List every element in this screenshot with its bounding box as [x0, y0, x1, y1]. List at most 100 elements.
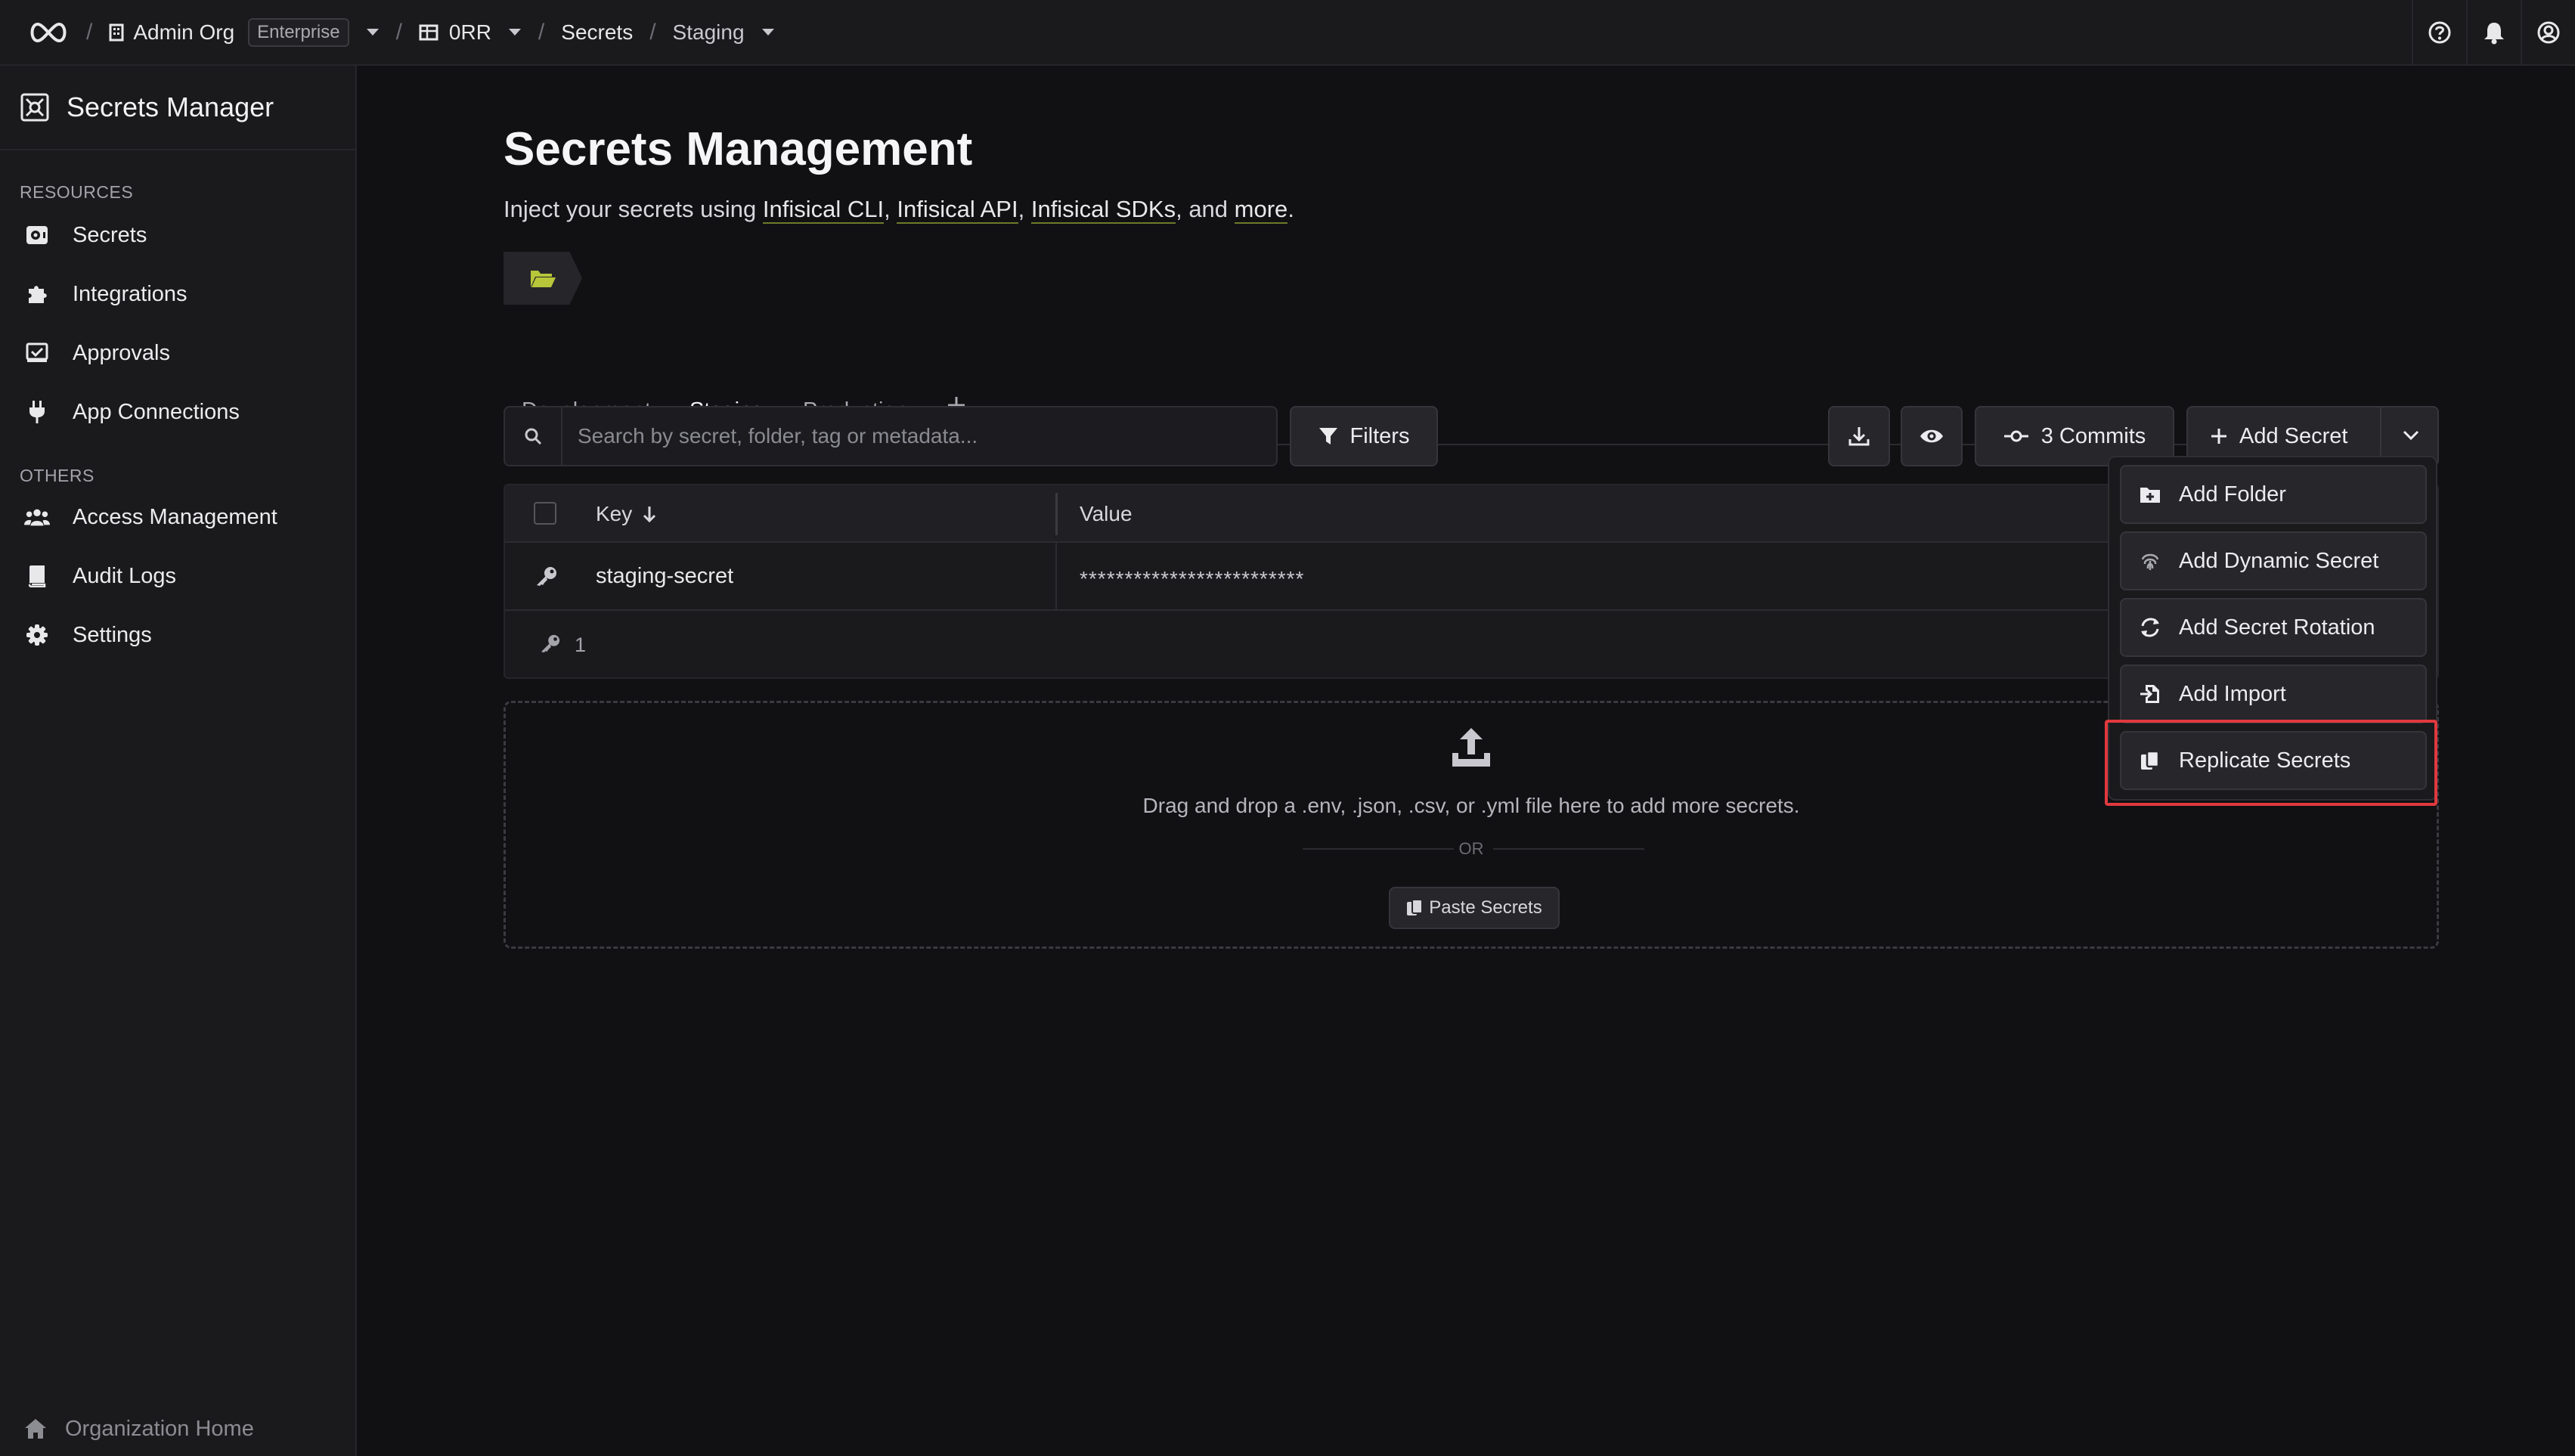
- commits-label: 3 Commits: [2040, 423, 2146, 448]
- sidebar-item-access-management[interactable]: Access Management: [0, 488, 355, 547]
- menu-item-label: Add Secret Rotation: [2179, 615, 2375, 640]
- secret-value-masked[interactable]: *************************: [1080, 567, 1304, 591]
- puzzle-icon: [24, 283, 50, 305]
- breadcrumb-project[interactable]: 0RR: [419, 20, 522, 45]
- project-chevron-down-icon[interactable]: [508, 28, 522, 37]
- users-icon: [24, 507, 50, 528]
- paste-icon: [1406, 899, 1424, 917]
- building-icon: [109, 23, 124, 42]
- subtitle-prefix: Inject your secrets using: [504, 196, 757, 222]
- column-resize-handle[interactable]: [1055, 493, 1058, 535]
- org-name: Admin Org: [133, 20, 235, 44]
- infinity-logo-icon[interactable]: [27, 21, 70, 44]
- menu-item-label: Add Import: [2179, 681, 2286, 706]
- folder-open-icon: [529, 268, 556, 289]
- key-header-label: Key: [596, 502, 633, 525]
- filters-button[interactable]: Filters: [1290, 406, 1438, 466]
- sidebar-item-settings[interactable]: Settings: [0, 606, 355, 664]
- sort-arrow-down-icon[interactable]: [643, 505, 656, 523]
- file-import-icon: [2140, 683, 2161, 705]
- breadcrumb-environment[interactable]: Staging: [673, 20, 775, 45]
- menu-item-add-dynamic-secret[interactable]: Add Dynamic Secret: [2120, 531, 2427, 590]
- or-divider-right: [1493, 848, 1644, 850]
- sidebar-item-label: App Connections: [73, 399, 240, 424]
- breadcrumb-separator: /: [395, 19, 402, 45]
- page-title: Secrets Management: [504, 123, 973, 175]
- secret-count: 1: [575, 634, 587, 656]
- key-column-header[interactable]: Key: [596, 502, 656, 526]
- book-icon: [24, 565, 50, 587]
- eye-icon: [1920, 428, 1944, 445]
- breadcrumb-separator: /: [649, 19, 656, 45]
- sidebar-item-label: Audit Logs: [73, 563, 177, 588]
- sidebar-item-secrets[interactable]: Secrets: [0, 206, 355, 265]
- sidebar-title: Secrets Manager: [67, 91, 274, 122]
- home-icon: [24, 1418, 47, 1439]
- reveal-values-button[interactable]: [1901, 406, 1963, 466]
- sidebar-section-others: OTHERS: [20, 466, 95, 485]
- environment-name: Staging: [672, 20, 745, 44]
- link-infisical-cli[interactable]: Infisical CLI: [762, 196, 885, 224]
- value-column-header: Value: [1080, 502, 1133, 525]
- paste-secrets-button[interactable]: Paste Secrets: [1389, 887, 1560, 929]
- menu-item-add-import[interactable]: Add Import: [2120, 664, 2427, 723]
- sidebar-item-integrations[interactable]: Integrations: [0, 265, 355, 324]
- help-icon: [2428, 20, 2452, 45]
- sidebar-organization-home[interactable]: Organization Home: [0, 1402, 355, 1456]
- notifications-button[interactable]: [2466, 0, 2521, 64]
- commit-icon: [2003, 429, 2029, 444]
- sidebar-item-approvals[interactable]: Approvals: [0, 324, 355, 383]
- user-menu-button[interactable]: [2521, 0, 2575, 64]
- help-button[interactable]: [2412, 0, 2466, 64]
- user-circle-icon: [2536, 20, 2561, 45]
- page-subtitle: Inject your secrets using Infisical CLI,…: [504, 196, 1294, 224]
- add-secret-chevron-down-icon[interactable]: [2403, 430, 2419, 441]
- link-more[interactable]: more: [1234, 196, 1288, 224]
- search-input[interactable]: [562, 424, 1276, 448]
- table-icon: [419, 24, 438, 41]
- plus-icon: [2211, 428, 2227, 445]
- key-icon: [535, 565, 558, 587]
- breadcrumb-separator: /: [86, 19, 93, 45]
- download-button[interactable]: [1828, 406, 1890, 466]
- link-infisical-api[interactable]: Infisical API: [897, 196, 1018, 224]
- filter-icon: [1318, 426, 1338, 446]
- replicate-secrets-highlight-box: [2105, 720, 2437, 806]
- breadcrumb-section[interactable]: Secrets: [561, 20, 633, 45]
- sidebar-item-app-connections[interactable]: App Connections: [0, 383, 355, 441]
- menu-item-label: Add Dynamic Secret: [2179, 548, 2379, 573]
- org-chevron-down-icon[interactable]: [366, 28, 380, 37]
- sidebar-header[interactable]: Secrets Manager: [0, 66, 355, 150]
- secrets-icon: [24, 225, 50, 246]
- paste-secrets-label: Paste Secrets: [1429, 897, 1542, 918]
- search-icon: [505, 407, 562, 465]
- menu-item-label: Add Folder: [2179, 482, 2286, 507]
- project-name: 0RR: [448, 20, 491, 44]
- breadcrumb-org[interactable]: Admin Org Enterprise: [109, 17, 380, 47]
- org-plan-badge: Enterprise: [248, 17, 349, 47]
- environment-chevron-down-icon[interactable]: [761, 28, 775, 37]
- sidebar-section-resources: RESOURCES: [20, 182, 134, 202]
- select-all-checkbox[interactable]: [534, 502, 556, 525]
- folder-breadcrumb[interactable]: [504, 252, 582, 305]
- sidebar-item-audit-logs[interactable]: Audit Logs: [0, 547, 355, 606]
- secret-key[interactable]: staging-secret: [596, 564, 733, 589]
- rotate-icon: [2140, 617, 2161, 638]
- sidebar-item-label: Integrations: [73, 281, 187, 306]
- organization-home-label: Organization Home: [65, 1416, 254, 1441]
- folder-plus-icon: [2140, 485, 2161, 503]
- dropzone-or: OR: [1458, 839, 1484, 858]
- plug-icon: [24, 400, 50, 424]
- sidebar-item-label: Secrets: [73, 222, 147, 247]
- download-icon: [1848, 426, 1870, 447]
- menu-item-add-secret-rotation[interactable]: Add Secret Rotation: [2120, 598, 2427, 657]
- bell-icon: [2483, 20, 2505, 45]
- topbar-actions: [2412, 0, 2575, 64]
- sidebar-item-label: Settings: [73, 622, 152, 647]
- menu-item-add-folder[interactable]: Add Folder: [2120, 465, 2427, 524]
- gear-icon: [24, 624, 50, 646]
- sidebar: Secrets Manager RESOURCES Secrets Integr…: [0, 66, 357, 1456]
- column-divider: [1055, 543, 1057, 609]
- link-infisical-sdks[interactable]: Infisical SDKs: [1030, 196, 1176, 224]
- top-bar: / Admin Org Enterprise / 0RR / Secrets /…: [0, 0, 2575, 66]
